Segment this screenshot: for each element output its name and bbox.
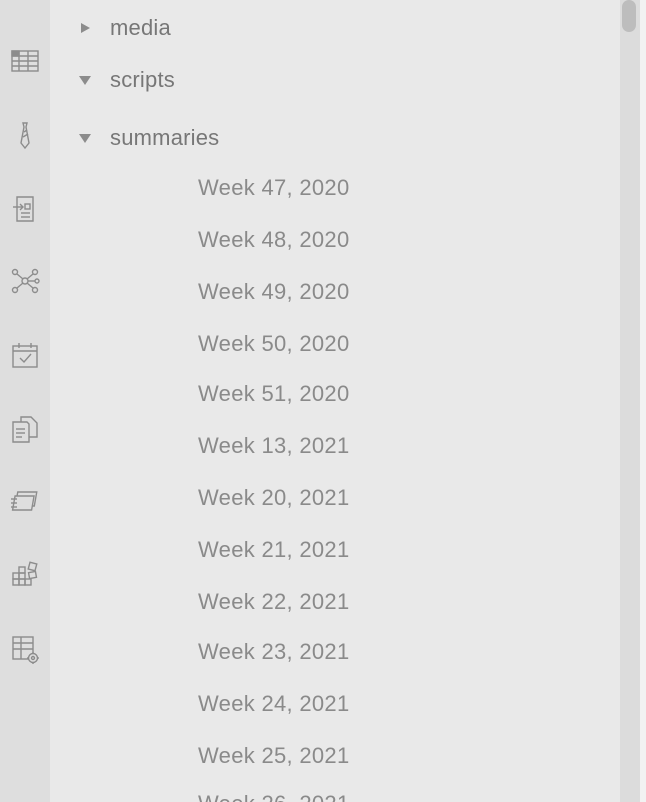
cards-icon[interactable] [6, 482, 44, 520]
expanded-arrow-icon[interactable] [78, 131, 92, 145]
scrollbar-thumb[interactable] [622, 0, 636, 32]
file-item[interactable]: Week 24, 2021 [198, 687, 578, 721]
table-icon[interactable] [6, 42, 44, 80]
file-item[interactable]: Week 13, 2021 [198, 429, 578, 463]
folder-label: media [110, 15, 171, 40]
graph-icon[interactable] [6, 262, 44, 300]
file-item[interactable]: Week 22, 2021 [198, 585, 578, 619]
left-ribbon [0, 0, 50, 802]
calendar-check-icon[interactable] [6, 336, 44, 374]
file-item[interactable]: Week 49, 2020 [198, 275, 578, 309]
collapsed-arrow-icon[interactable] [78, 21, 92, 35]
table-settings-icon[interactable] [6, 630, 44, 668]
folder-summaries[interactable]: summaries [50, 121, 590, 155]
tie-icon[interactable] [6, 116, 44, 154]
file-item[interactable]: Week 20, 2021 [198, 481, 578, 515]
file-item[interactable]: Week 47, 2020 [198, 171, 578, 205]
file-item[interactable]: Week 51, 2020 [198, 377, 578, 411]
file-item[interactable]: Week 50, 2020 [198, 327, 578, 361]
file-item[interactable]: Week 23, 2021 [198, 635, 578, 669]
expanded-arrow-icon[interactable] [78, 73, 92, 87]
file-item[interactable]: Week 21, 2021 [198, 533, 578, 567]
file-item[interactable]: Week 26, 2021 [198, 787, 578, 802]
copy-document-icon[interactable] [6, 410, 44, 448]
folder-label: summaries [110, 125, 220, 150]
file-item[interactable]: Week 25, 2021 [198, 739, 578, 773]
app-window: media scripts summaries Week 47, 2020 We… [0, 0, 646, 802]
scrollbar[interactable] [620, 0, 640, 802]
file-item[interactable]: Week 48, 2020 [198, 223, 578, 257]
file-explorer: media scripts summaries Week 47, 2020 We… [50, 0, 620, 802]
window-edge [640, 0, 646, 802]
folder-media[interactable]: media [50, 11, 590, 45]
folder-label: scripts [110, 67, 175, 92]
import-icon[interactable] [6, 190, 44, 228]
folder-scripts[interactable]: scripts [50, 63, 590, 97]
grid-blocks-icon[interactable] [6, 556, 44, 594]
